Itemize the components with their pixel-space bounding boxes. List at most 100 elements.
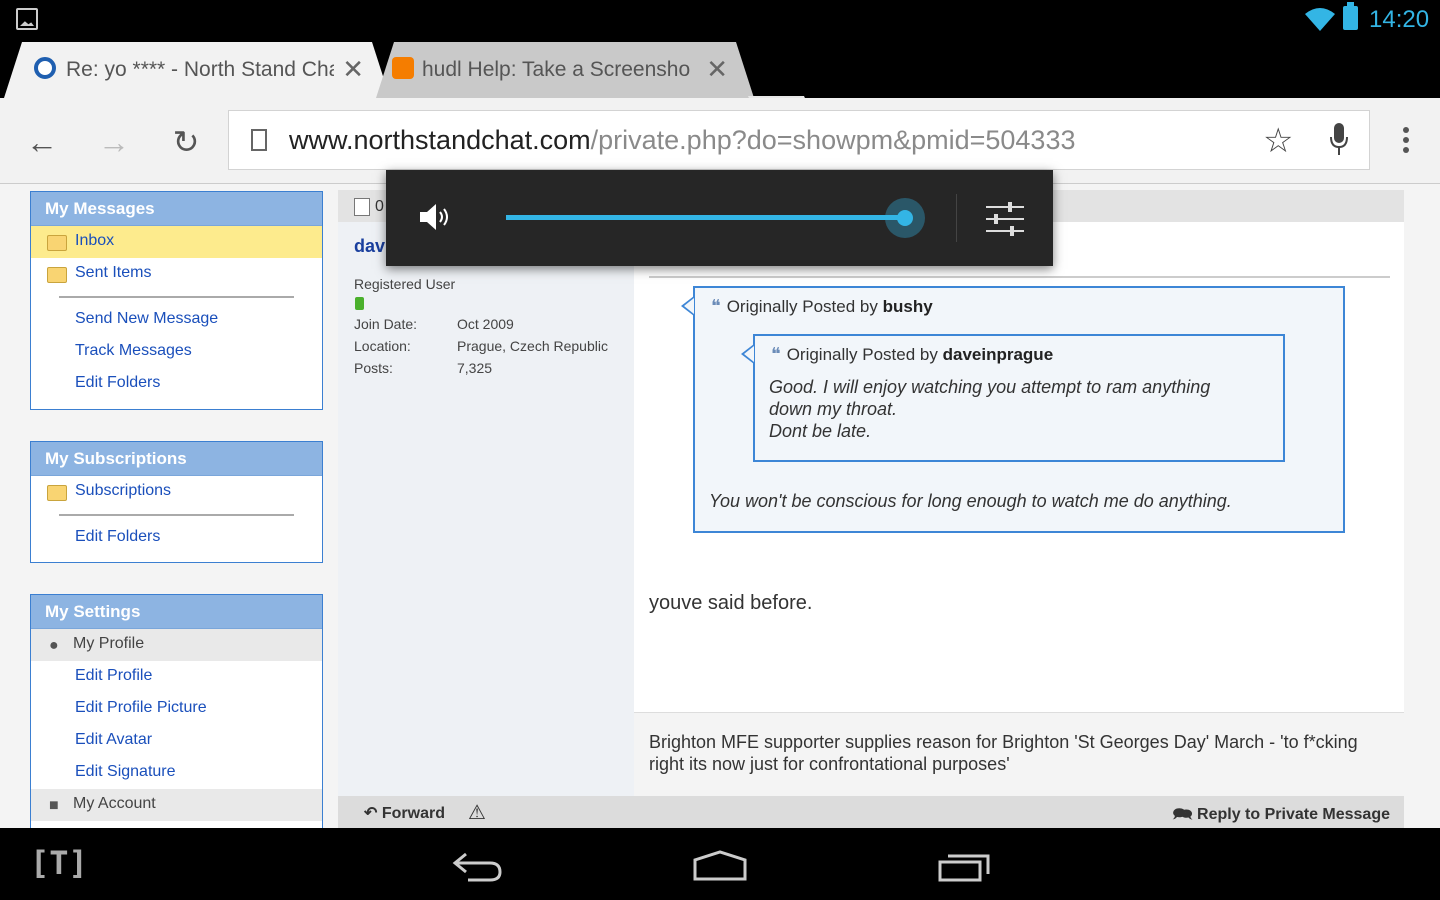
reload-button[interactable]: ↻ [164,120,208,164]
quote-prefix: Originally Posted by [726,297,878,316]
quote-attribution: ❝ Originally Posted by bushy [711,296,933,317]
folder-icon [47,235,67,251]
my-messages-block: My Messages Inbox Sent Items Send New Me… [30,191,323,410]
back-nav-icon[interactable] [452,850,504,884]
tab-title: hudl Help: Take a Screenshot [422,58,690,81]
reply-private-message-button[interactable]: 🗪 Reply to Private Message [1173,803,1390,828]
bookmark-star-icon[interactable]: ☆ [1263,121,1293,161]
volume-overlay [386,170,1053,266]
folder-icon [47,267,67,283]
my-profile-header: ● My Profile [31,629,322,661]
tab-title: Re: yo **** - North Stand Chat [66,58,334,81]
volume-slider-thumb[interactable] [885,198,925,238]
join-date-label: Join Date: [354,316,418,332]
sidebar-item-send-new-message[interactable]: Send New Message [31,304,322,336]
divider [649,276,1390,278]
close-tab-icon[interactable]: ✕ [342,54,364,85]
sidebar-item-edit-profile-picture[interactable]: Edit Profile Picture [31,693,322,725]
tab-hudl-help[interactable]: hudl Help: Take a Screenshot ✕ [376,42,754,98]
forward-button[interactable]: → [92,120,136,164]
quote-prefix: Originally Posted by [786,345,938,364]
home-nav-icon[interactable] [692,850,748,882]
select-checkbox[interactable] [354,198,370,216]
overflow-menu-icon[interactable] [1396,124,1416,160]
quote-author[interactable]: daveinprague [943,345,1054,364]
join-date-value: Oct 2009 [457,316,514,332]
sidebar-item-label: My Profile [73,635,145,652]
system-nav-bar: [T] [0,828,1440,900]
status-bar: 14:20 [0,0,1440,40]
sidebar-item-subscriptions[interactable]: Subscriptions [31,476,322,508]
report-warning-icon[interactable]: ⚠ [468,800,486,825]
my-account-header: ■ My Account [31,789,322,821]
microphone-icon[interactable] [1329,123,1349,155]
close-tab-icon[interactable]: ✕ [706,54,728,85]
reply-text: youve said before. [649,592,813,614]
sidebar-item-edit-profile[interactable]: Edit Profile [31,661,322,693]
forward-button[interactable]: ↶ Forward [364,803,445,823]
quote-author[interactable]: bushy [883,297,933,316]
sidebar-item-inbox[interactable]: Inbox [31,226,322,258]
inner-quote: ❝ Originally Posted by daveinprague Good.… [741,334,1285,462]
inner-quote-line: Good. I will enjoy watching you attempt … [769,377,1211,397]
folder-icon [47,485,67,501]
sidebar-item-edit-avatar[interactable]: Edit Avatar [31,725,322,757]
address-bar[interactable]: www.northstandchat.com/private.php?do=sh… [228,110,1370,170]
person-icon: ● [49,637,59,654]
divider [956,194,957,242]
sidebar-item-edit-folders[interactable]: Edit Folders [31,368,322,400]
user-info-panel: dav Registered User Join Date: Oct 2009 … [338,222,634,796]
forward-label: Forward [381,805,445,822]
posts-value: 7,325 [457,360,493,376]
my-settings-block: My Settings ● My Profile Edit Profile Ed… [30,594,323,828]
site-favicon-icon [34,57,56,79]
my-subscriptions-block: My Subscriptions Subscriptions Edit Fold… [30,441,323,563]
volume-settings-icon[interactable] [986,200,1024,238]
sidebar-item-edit-signature[interactable]: Edit Signature [31,757,322,789]
inner-quote-line: down my throat. [769,399,898,419]
divider [31,290,322,304]
post-footer: ↶ Forward ⚠ 🗪 Reply to Private Message [338,796,1404,828]
location-value: Prague, Czech Republic [457,338,608,354]
inner-quote-text: Good. I will enjoy watching you attempt … [769,376,1210,442]
my-settings-heading: My Settings [31,595,322,629]
sidebar-item-label: Inbox [75,232,115,249]
url-path: /private.php?do=showpm&pmid=504333 [590,125,1076,155]
sidebar-item-label: Subscriptions [75,482,172,499]
back-button[interactable]: ← [20,120,64,164]
gallery-notification-icon [16,8,38,30]
wifi-icon [1305,8,1335,31]
inner-quote-line: Dont be late. [769,421,872,441]
page-icon [251,129,267,151]
quote-icon: ❝ [771,344,781,364]
url-text[interactable]: www.northstandchat.com/private.php?do=sh… [289,125,1075,156]
user-title: Registered User [354,276,456,292]
posts-label: Posts: [354,360,393,376]
clock: 14:20 [1369,6,1430,33]
location-label: Location: [354,338,411,354]
volume-slider[interactable] [506,215,905,220]
recent-apps-nav-icon[interactable] [938,852,992,882]
sidebar-item-label: Sent Items [75,264,152,281]
online-status-icon [355,297,364,310]
signature: Brighton MFE supporter supplies reason f… [634,712,1404,796]
username-link[interactable]: dav [354,236,385,257]
outer-quote: ❝ Originally Posted by bushy You won't be… [681,286,1345,533]
sidebar-item-label: My Account [73,795,156,812]
post-number: 0 [375,198,384,215]
lock-icon: ■ [49,797,59,814]
my-subscriptions-heading: My Subscriptions [31,442,322,476]
outer-quote-text: You won't be conscious for long enough t… [709,491,1232,511]
tab-north-stand-chat[interactable]: Re: yo **** - North Stand Chat ✕ [4,42,390,98]
tab-strip: Re: yo **** - North Stand Chat ✕ hudl He… [0,40,1440,126]
quote-arrow [741,344,754,364]
sidebar-item-edit-folders[interactable]: Edit Folders [31,522,322,554]
sidebar-item-sent-items[interactable]: Sent Items [31,258,322,290]
battery-icon [1343,2,1358,30]
url-host: www.northstandchat.com [289,125,591,155]
quote-attribution: ❝ Originally Posted by daveinprague [771,344,1053,365]
private-message-post: 0 dav Registered User Join Date: Oct 200… [338,190,1404,828]
sidebar-item-track-messages[interactable]: Track Messages [31,336,322,368]
speaker-icon [420,204,448,230]
message-body: ❝ Originally Posted by bushy You won't be… [634,222,1404,712]
